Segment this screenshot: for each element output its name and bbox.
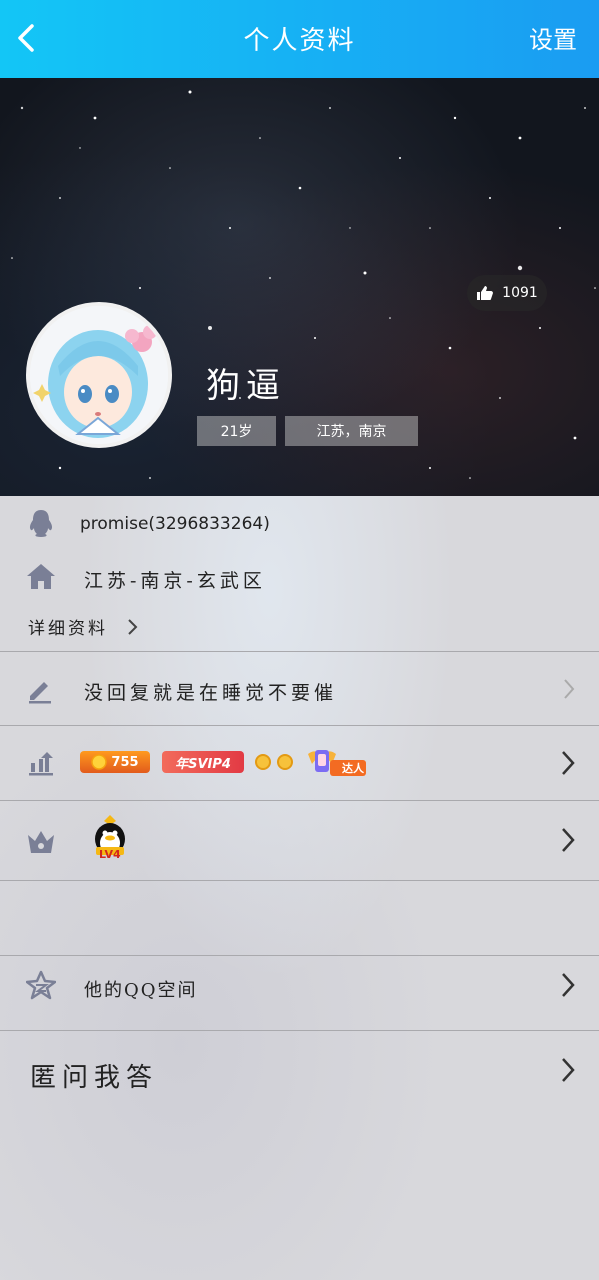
- qq-account-row: promise(3296833264): [0, 496, 599, 552]
- qq-penguin-icon: [29, 510, 53, 537]
- hometown-row: 江苏-南京-玄武区: [0, 552, 599, 602]
- likes-count: 1091: [502, 285, 538, 301]
- chevron-right-icon: [562, 973, 575, 997]
- top-bar: 个人资料 设置: [0, 0, 599, 78]
- qq-level-row[interactable]: LV4: [0, 800, 599, 881]
- chevron-right-icon: [562, 1058, 575, 1082]
- chevron-right-icon: [562, 828, 575, 852]
- edit-pencil-icon: [29, 682, 51, 704]
- qzone-star-icon: [26, 970, 56, 1000]
- coin-icon: [91, 754, 108, 770]
- qzone-row[interactable]: 他的QQ空间: [0, 955, 599, 1031]
- page-title: 个人资料: [243, 26, 356, 56]
- chevron-right-icon: [564, 679, 575, 699]
- details-link[interactable]: 详细资料: [0, 602, 599, 652]
- anonymous-ask-label: 匿问我答: [30, 1063, 159, 1093]
- profile-cover: 1091 狗逼 21岁 江苏，南京: [0, 78, 599, 496]
- signature-row[interactable]: 没回复就是在睡觉不要催: [0, 651, 599, 726]
- chevron-right-icon: [128, 619, 138, 635]
- anime-girl-avatar-image: [30, 306, 168, 444]
- nickname: 狗逼: [206, 366, 286, 406]
- crown-icon: [28, 831, 54, 853]
- chevron-right-icon: [562, 751, 575, 775]
- qq-account-text: promise(3296833264): [80, 514, 270, 534]
- qq-level-label: LV4: [99, 848, 121, 861]
- talent-label: 达人: [342, 762, 364, 775]
- level-up-chart-icon: [29, 752, 53, 776]
- likes-button[interactable]: 1091: [467, 275, 547, 311]
- talent-badge: 达人: [306, 746, 366, 778]
- svip-badge: 年SVIP4: [162, 751, 244, 773]
- age-tag: 21岁: [197, 416, 276, 446]
- home-icon: [27, 564, 55, 589]
- sun-level-icon: [255, 754, 293, 770]
- anonymous-ask-row[interactable]: 匿问我答: [0, 1030, 599, 1111]
- location-tag: 江苏，南京: [285, 416, 418, 446]
- avatar[interactable]: [26, 302, 172, 448]
- settings-button[interactable]: 设置: [529, 20, 577, 55]
- hometown-text: 江苏-南京-玄武区: [84, 570, 266, 592]
- signature-text: 没回复就是在睡觉不要催: [84, 682, 338, 704]
- profile-info-list: promise(3296833264) 江苏-南京-玄武区 详细资料 没回复就是…: [0, 496, 599, 1280]
- details-link-label: 详细资料: [28, 619, 108, 639]
- badges-row[interactable]: 755 年SVIP4 达人: [0, 725, 599, 801]
- coin-badge: 755: [80, 751, 150, 773]
- thumbs-up-icon: [477, 286, 494, 300]
- qzone-label: 他的QQ空间: [84, 980, 198, 1001]
- section-spacer: [0, 880, 599, 956]
- coin-count: 755: [111, 754, 139, 770]
